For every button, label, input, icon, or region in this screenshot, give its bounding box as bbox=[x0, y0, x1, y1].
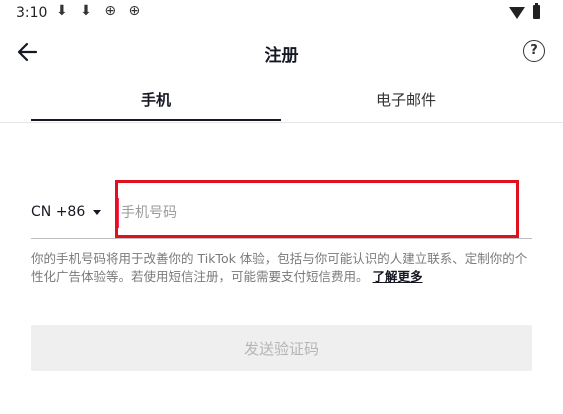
phone-usage-disclaimer: 你的手机号码将用于改善你的 TikTok 体验，包括与你可能认识的人建立联系、定… bbox=[31, 250, 536, 286]
send-code-button[interactable]: 发送验证码 bbox=[31, 325, 532, 371]
tab-active-indicator bbox=[31, 119, 281, 121]
battery-icon bbox=[533, 3, 540, 19]
tab-email[interactable]: 电子邮件 bbox=[281, 78, 531, 122]
help-icon[interactable]: ? bbox=[523, 40, 545, 62]
tab-phone[interactable]: 手机 bbox=[31, 78, 281, 122]
status-bar: 3:10 ⬇ ⬇ ⊕ ⊕ bbox=[0, 0, 563, 28]
wifi-icon bbox=[509, 7, 525, 19]
learn-more-link[interactable]: 了解更多 bbox=[373, 269, 423, 284]
disclaimer-text: 你的手机号码将用于改善你的 TikTok 体验，包括与你可能认识的人建立联系、定… bbox=[31, 251, 528, 284]
notification-icons: ⬇ ⬇ ⊕ ⊕ bbox=[56, 3, 145, 19]
phone-number-input[interactable] bbox=[117, 198, 523, 228]
country-code-selector[interactable]: CN +86 bbox=[31, 204, 85, 220]
phone-number-row: CN +86 bbox=[31, 184, 532, 239]
signup-method-tabs: 手机 电子邮件 bbox=[0, 78, 563, 123]
status-icons-right bbox=[509, 3, 549, 22]
status-time: 3:10 bbox=[16, 5, 48, 21]
top-bar: 注册 ? bbox=[0, 32, 563, 72]
dropdown-caret-icon[interactable] bbox=[93, 210, 101, 215]
page-title: 注册 bbox=[264, 46, 299, 66]
